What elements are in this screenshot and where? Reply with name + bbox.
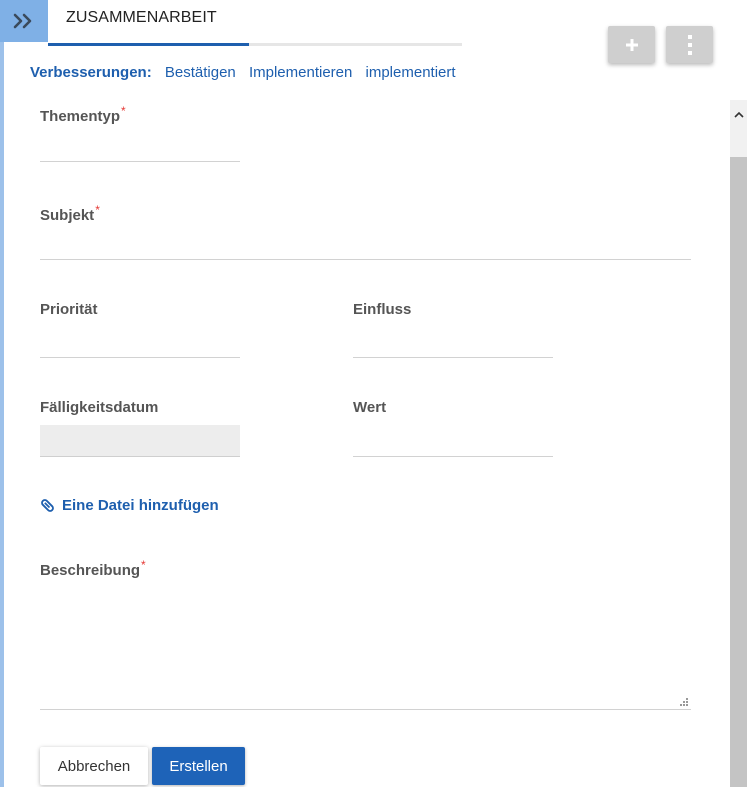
active-tab-indicator [48,43,249,46]
due-date-label: Fälligkeitsdatum [40,399,159,416]
themetype-label: Thementyp* [40,104,126,125]
vertical-dots-icon [687,34,692,55]
subject-field[interactable] [40,259,691,260]
description-textarea[interactable] [40,585,691,710]
impact-label: Einfluss [353,301,412,318]
due-date-field[interactable] [40,425,240,457]
add-file-label: Eine Datei hinzufügen [62,497,219,514]
improvements-bar: Verbesserungen: Bestätigen Implementiere… [30,64,456,81]
priority-field[interactable] [40,357,240,358]
subject-label: Subjekt* [40,203,100,224]
required-marker: * [121,104,126,118]
improvements-label: Verbesserungen: [30,64,152,81]
link-bestaetigen[interactable]: Bestätigen [165,64,236,81]
themetype-field[interactable] [40,161,240,162]
scroll-up-button[interactable] [730,100,747,128]
double-chevron-right-icon [13,13,32,29]
link-implementiert[interactable]: implementiert [366,64,456,81]
resize-grip-icon[interactable] [679,697,689,707]
expand-panel-button[interactable] [0,0,48,42]
description-label: Beschreibung* [40,558,146,579]
tab-track [249,43,462,46]
value-field[interactable] [353,456,553,457]
panel-left-border [0,0,4,787]
more-options-button[interactable] [666,26,713,63]
impact-field[interactable] [353,357,553,358]
create-button[interactable]: Erstellen [152,747,245,785]
add-file-link[interactable]: Eine Datei hinzufügen [40,497,219,514]
scrollbar-thumb[interactable] [730,157,747,787]
required-marker: * [95,203,100,217]
priority-label: Priorität [40,301,98,318]
add-button[interactable] [608,26,655,63]
chevron-up-icon [733,111,744,118]
required-marker: * [141,558,146,572]
value-label: Wert [353,399,387,416]
link-implementieren[interactable]: Implementieren [249,64,352,81]
tab-zusammenarbeit[interactable]: ZUSAMMENARBEIT [66,9,217,27]
plus-icon [625,38,638,51]
cancel-button[interactable]: Abbrechen [40,747,148,785]
paperclip-icon [41,499,54,512]
